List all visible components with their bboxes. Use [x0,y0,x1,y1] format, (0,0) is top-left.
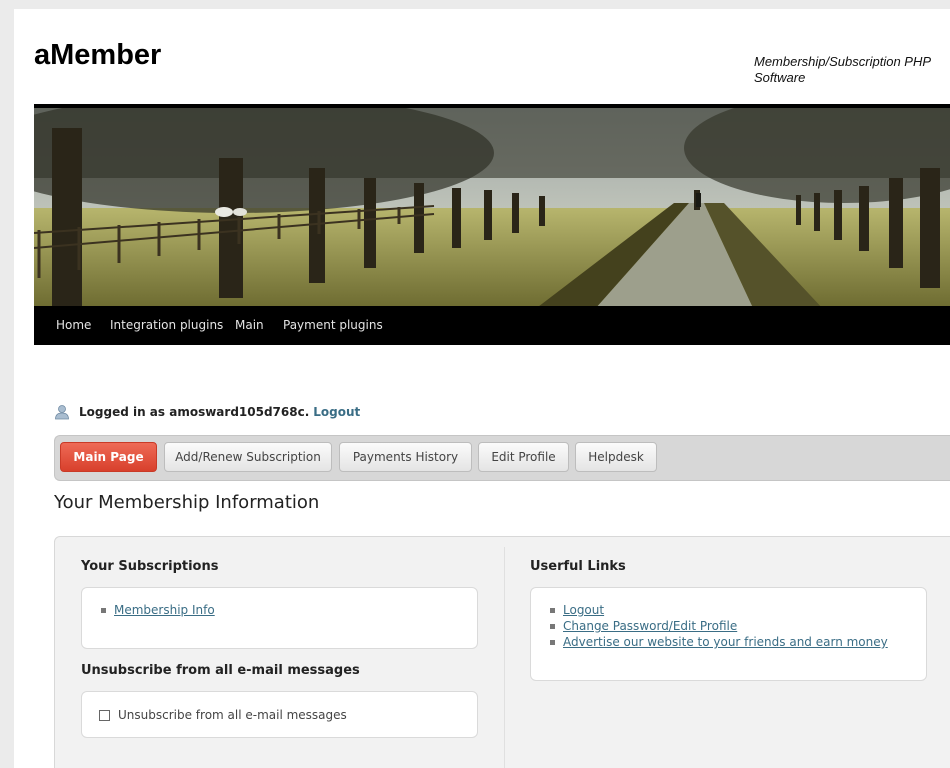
tab-helpdesk[interactable]: Helpdesk [575,442,657,472]
list-item: Logout [549,602,888,618]
column-divider [504,547,505,768]
unsubscribe-option[interactable]: Unsubscribe from all e-mail messages [99,708,347,722]
unsubscribe-title: Unsubscribe from all e-mail messages [81,663,360,678]
membership-info-link[interactable]: Membership Info [114,603,215,617]
nav-integration-plugins[interactable]: Integration plugins [110,318,223,332]
logout-link[interactable]: Logout [313,405,360,419]
list-item: Advertise our website to your friends an… [549,634,888,650]
useful-links-list: Logout Change Password/Edit Profile Adve… [549,602,888,650]
login-status: Logged in as amosward105d768c. Logout [54,404,360,420]
nav-main[interactable]: Main [235,318,264,332]
useful-links-card: Logout Change Password/Edit Profile Adve… [530,587,927,681]
subscriptions-title: Your Subscriptions [81,559,219,574]
list-item: Membership Info [100,602,215,618]
member-tabs: Main Page Add/Renew Subscription Payment… [54,435,950,481]
page: aMember Membership/Subscription PHP Soft… [14,9,950,768]
site-tagline: Membership/Subscription PHP Software [754,54,931,85]
user-icon [55,405,69,420]
unsubscribe-label: Unsubscribe from all e-mail messages [118,708,347,722]
unsubscribe-checkbox[interactable] [99,709,110,721]
logged-in-text: Logged in as amosward105d768c. [79,405,310,419]
subscriptions-list: Membership Info [100,602,215,618]
useful-link-advertise[interactable]: Advertise our website to your friends an… [563,635,888,649]
nav-payment-plugins[interactable]: Payment plugins [283,318,383,332]
page-heading: Your Membership Information [54,492,320,513]
useful-link-change-password[interactable]: Change Password/Edit Profile [563,619,737,633]
useful-link-logout[interactable]: Logout [563,603,604,617]
subscriptions-card: Membership Info [81,587,478,649]
tab-main-page[interactable]: Main Page [60,442,157,472]
unsubscribe-card: Unsubscribe from all e-mail messages [81,691,478,738]
site-title: aMember [34,39,162,71]
top-navigation: Home Integration plugins Main Payment pl… [34,306,950,345]
nav-home[interactable]: Home [56,318,91,332]
header-banner-image [34,104,950,310]
useful-links-title: Userful Links [530,559,626,574]
membership-panel: Your Subscriptions Membership Info Unsub… [54,536,950,768]
list-item: Change Password/Edit Profile [549,618,888,634]
tree-lined-road-image [34,108,950,310]
tab-edit-profile[interactable]: Edit Profile [478,442,569,472]
tab-payments-history[interactable]: Payments History [339,442,472,472]
tab-add-renew-subscription[interactable]: Add/Renew Subscription [164,442,332,472]
